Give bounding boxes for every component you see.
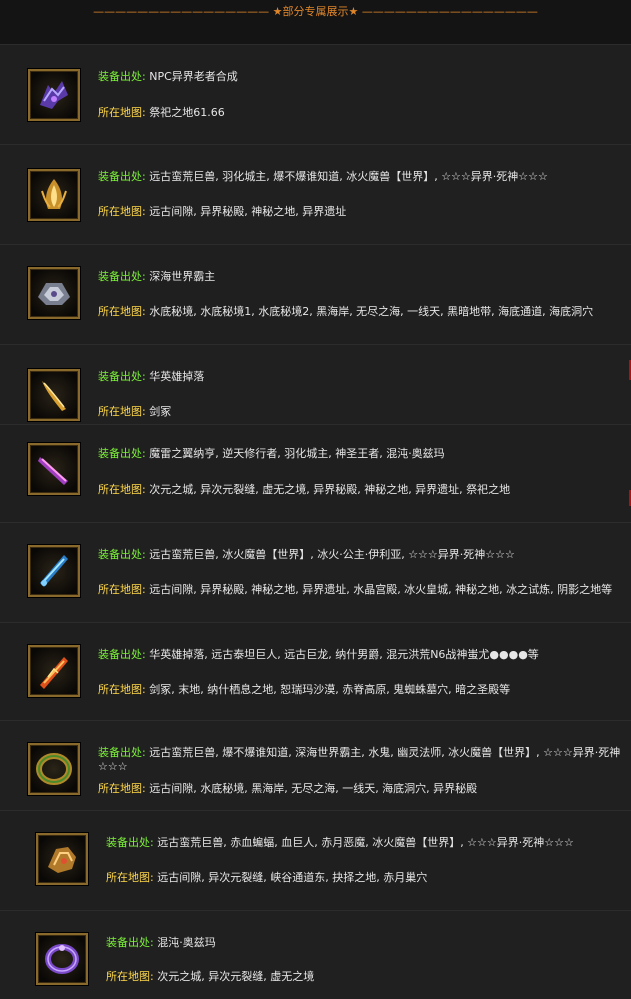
source-value: 混沌·奥兹玛 [157,936,216,949]
list-item: 装备出处: 魔雷之翼纳亨, 逆天修行者, 羽化城主, 神圣王者, 混沌·奥兹玛 … [0,424,631,523]
header-bar: ———————————————— ★部分专属展示★ ——————————————… [0,0,631,44]
source-label: 装备出处: [98,648,146,661]
dragon-helmet-icon [36,833,88,885]
source-label: 装备出处: [98,746,146,759]
map-label: 所在地图: [98,782,146,795]
silver-armor-icon [28,267,80,319]
golden-sword-icon [28,369,80,421]
map-label: 所在地图: [98,483,146,496]
source-value: 远古蛮荒巨兽, 冰火魔兽【世界】, 冰火·公主·伊利亚, ☆☆☆异界·死神☆☆☆ [149,548,515,561]
source-value: 远古蛮荒巨兽, 赤血蝙蝠, 血巨人, 赤月恶魔, 冰火魔兽【世界】, ☆☆☆异界… [157,836,574,849]
source-label: 装备出处: [106,836,154,849]
map-label: 所在地图: [98,405,146,418]
golden-flame-helmet-icon [28,169,80,221]
source-value: 魔雷之翼纳亨, 逆天修行者, 羽化城主, 神圣王者, 混沌·奥兹玛 [149,447,445,460]
green-ring-icon [28,743,80,795]
map-value: 水底秘境, 水底秘境1, 水底秘境2, 黑海岸, 无尽之海, 一线天, 黑暗地带… [149,305,594,318]
map-value: 剑冢 [149,405,172,418]
map-label: 所在地图: [98,106,146,119]
map-label: 所在地图: [98,683,146,696]
list-item: 装备出处: 远古蛮荒巨兽, 冰火魔兽【世界】, 冰火·公主·伊利亚, ☆☆☆异界… [0,522,631,623]
list-item: 装备出处: 深海世界霸主 所在地图: 水底秘境, 水底秘境1, 水底秘境2, 黑… [0,244,631,345]
list-item: 装备出处: 华英雄掉落, 远古泰坦巨人, 远古巨龙, 纳什男爵, 混元洪荒N6战… [0,622,631,721]
source-label: 装备出处: [98,170,146,183]
map-value: 剑冢, 末地, 纳什栖息之地, 恕瑞玛沙漠, 赤脊高原, 鬼蜘蛛墓穴, 暗之圣殿… [149,683,511,696]
map-value: 远古间隙, 异界秘殿, 神秘之地, 异界遗址 [149,205,347,218]
list-item: 装备出处: NPC异界老者合成 所在地图: 祭祀之地61.66 [0,44,631,145]
purple-wing-armor-icon [28,69,80,121]
source-value: 华英雄掉落, 远古泰坦巨人, 远古巨龙, 纳什男爵, 混元洪荒N6战神蚩尤●●●… [149,648,539,661]
source-value: 华英雄掉落 [149,370,205,383]
map-label: 所在地图: [106,970,154,983]
purple-blade-icon [28,443,80,495]
list-item: 装备出处: 华英雄掉落 所在地图: 剑冢 [0,344,631,425]
map-label: 所在地图: [106,871,154,884]
source-label: 装备出处: [98,548,146,561]
list-item: 装备出处: 混沌·奥兹玛 所在地图: 次元之城, 异次元裂缝, 虚无之境 [0,910,631,999]
map-label: 所在地图: [98,583,146,596]
map-value: 祭祀之地61.66 [149,106,225,119]
source-label: 装备出处: [106,936,154,949]
list-item: 装备出处: 远古蛮荒巨兽, 爆不爆谁知道, 深海世界霸主, 水鬼, 幽灵法师, … [0,720,631,811]
source-value: NPC异界老者合成 [149,70,238,83]
source-value: 远古蛮荒巨兽, 爆不爆谁知道, 深海世界霸主, 水鬼, 幽灵法师, 冰火魔兽【世… [98,746,621,773]
map-value: 远古间隙, 水底秘境, 黑海岸, 无尽之海, 一线天, 海底洞穴, 异界秘殿 [149,782,478,795]
map-label: 所在地图: [98,305,146,318]
purple-ring-icon [36,933,88,985]
source-value: 深海世界霸主 [149,270,216,283]
map-value: 次元之城, 异次元裂缝, 虚无之境 [157,970,315,983]
source-label: 装备出处: [98,447,146,460]
list-item: 装备出处: 远古蛮荒巨兽, 赤血蝙蝠, 血巨人, 赤月恶魔, 冰火魔兽【世界】,… [0,810,631,911]
fire-sword-icon [28,645,80,697]
source-label: 装备出处: [98,70,146,83]
map-value: 远古间隙, 异界秘殿, 神秘之地, 异界遗址, 水晶宫殿, 冰火皇城, 神秘之地… [149,583,613,596]
source-value: 远古蛮荒巨兽, 羽化城主, 爆不爆谁知道, 冰火魔兽【世界】, ☆☆☆异界·死神… [149,170,548,183]
ice-blade-icon [28,545,80,597]
source-label: 装备出处: [98,270,146,283]
map-label: 所在地图: [98,205,146,218]
map-value: 次元之城, 异次元裂缝, 虚无之境, 异界秘殿, 神秘之地, 异界遗址, 祭祀之… [149,483,511,496]
map-value: 远古间隙, 异次元裂缝, 峡谷通道东, 抉择之地, 赤月巢穴 [157,871,428,884]
section-title: ———————————————— ★部分专属展示★ ——————————————… [93,5,538,18]
source-label: 装备出处: [98,370,146,383]
list-item: 装备出处: 远古蛮荒巨兽, 羽化城主, 爆不爆谁知道, 冰火魔兽【世界】, ☆☆… [0,144,631,245]
